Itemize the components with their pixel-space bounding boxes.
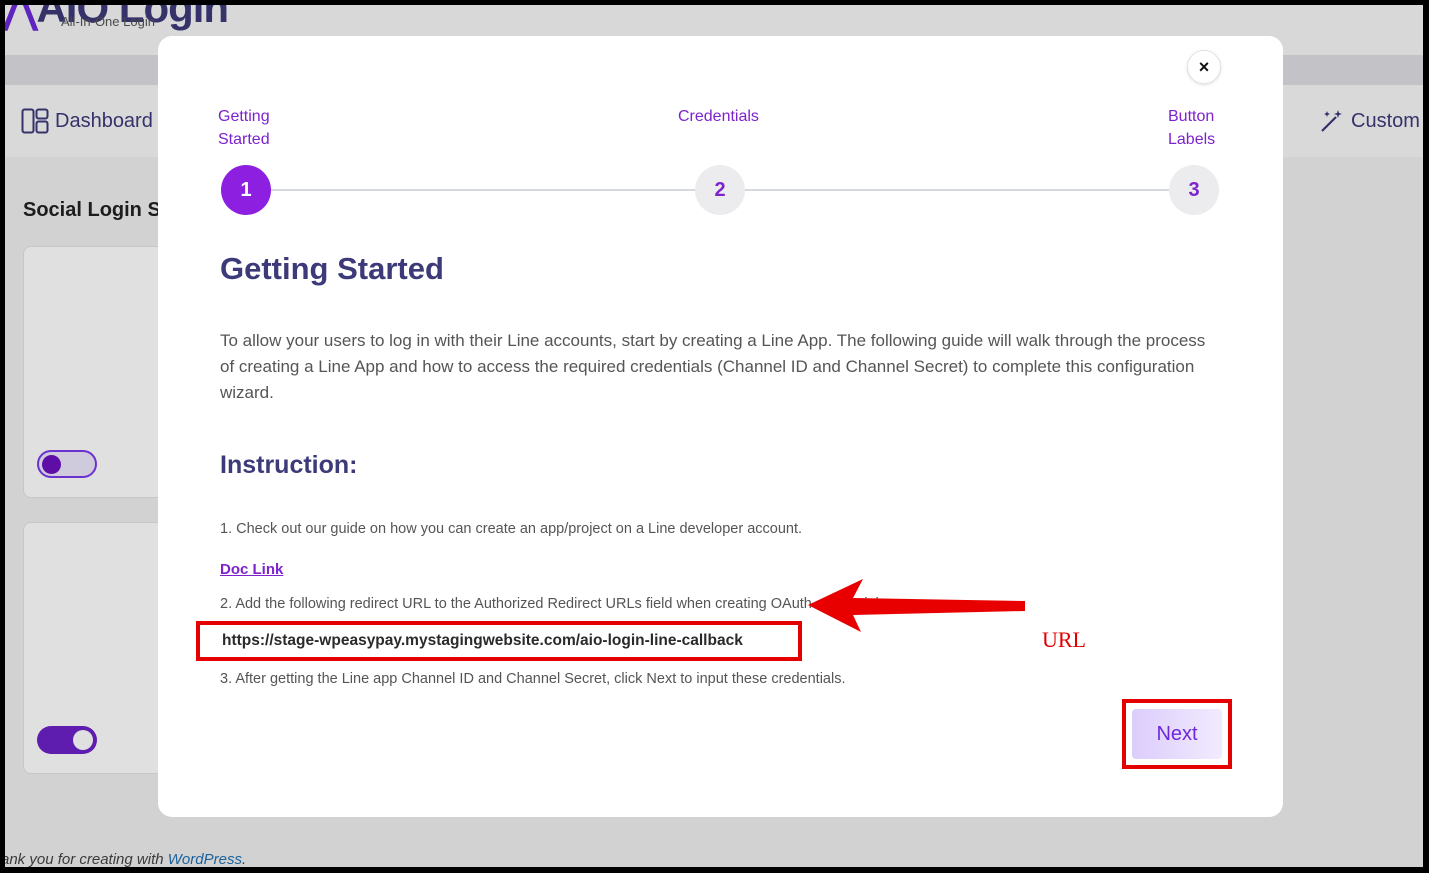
annotation-arrow-icon	[808, 579, 1025, 632]
annotation-label: URL	[1042, 627, 1086, 652]
screenshot-frame: ⋀AIO Login All-In-One Login Dashboard Cu…	[5, 5, 1423, 867]
